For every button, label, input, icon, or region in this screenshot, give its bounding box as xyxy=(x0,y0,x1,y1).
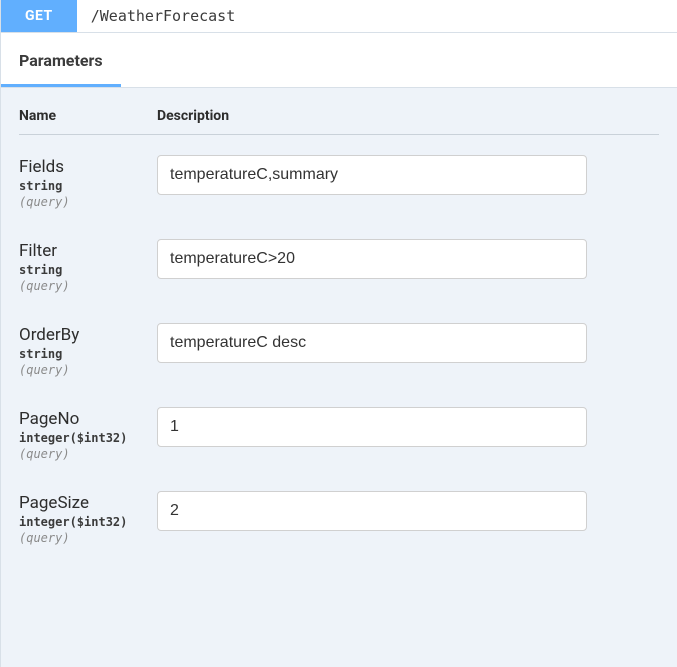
param-input-pageno[interactable] xyxy=(157,407,587,447)
param-meta: PageSize integer($int32) (query) xyxy=(19,491,157,545)
param-name: PageSize xyxy=(19,493,157,513)
param-type: integer($int32) xyxy=(19,515,157,529)
param-type: string xyxy=(19,179,157,193)
param-name: OrderBy xyxy=(19,325,157,345)
param-location: (query) xyxy=(19,531,157,545)
param-name: Fields xyxy=(19,157,157,177)
table-header-row: Name Description xyxy=(19,108,659,135)
param-meta: PageNo integer($int32) (query) xyxy=(19,407,157,461)
column-header-description: Description xyxy=(157,108,229,124)
table-row: PageNo integer($int32) (query) xyxy=(19,387,659,471)
param-location: (query) xyxy=(19,363,157,377)
param-meta: Filter string (query) xyxy=(19,239,157,293)
param-type: string xyxy=(19,347,157,361)
param-input-orderby[interactable] xyxy=(157,323,587,363)
api-operation-panel: GET /WeatherForecast Parameters Name Des… xyxy=(0,0,677,667)
table-row: Filter string (query) xyxy=(19,219,659,303)
param-location: (query) xyxy=(19,279,157,293)
operation-header[interactable]: GET /WeatherForecast xyxy=(1,0,677,33)
param-meta: OrderBy string (query) xyxy=(19,323,157,377)
param-type: string xyxy=(19,263,157,277)
param-location: (query) xyxy=(19,195,157,209)
param-name: PageNo xyxy=(19,409,157,429)
param-name: Filter xyxy=(19,241,157,261)
tab-parameters[interactable]: Parameters xyxy=(1,33,121,87)
param-meta: Fields string (query) xyxy=(19,155,157,209)
endpoint-path: /WeatherForecast xyxy=(77,7,236,25)
param-input-fields[interactable] xyxy=(157,155,587,195)
param-input-pagesize[interactable] xyxy=(157,491,587,531)
table-row: OrderBy string (query) xyxy=(19,303,659,387)
param-input-filter[interactable] xyxy=(157,239,587,279)
http-method-badge: GET xyxy=(1,0,77,32)
tabs: Parameters xyxy=(1,33,677,88)
param-location: (query) xyxy=(19,447,157,461)
param-type: integer($int32) xyxy=(19,431,157,445)
table-row: PageSize integer($int32) (query) xyxy=(19,471,659,555)
table-row: Fields string (query) xyxy=(19,135,659,219)
column-header-name: Name xyxy=(19,108,157,124)
parameters-table: Name Description Fields string (query) F… xyxy=(1,88,677,555)
